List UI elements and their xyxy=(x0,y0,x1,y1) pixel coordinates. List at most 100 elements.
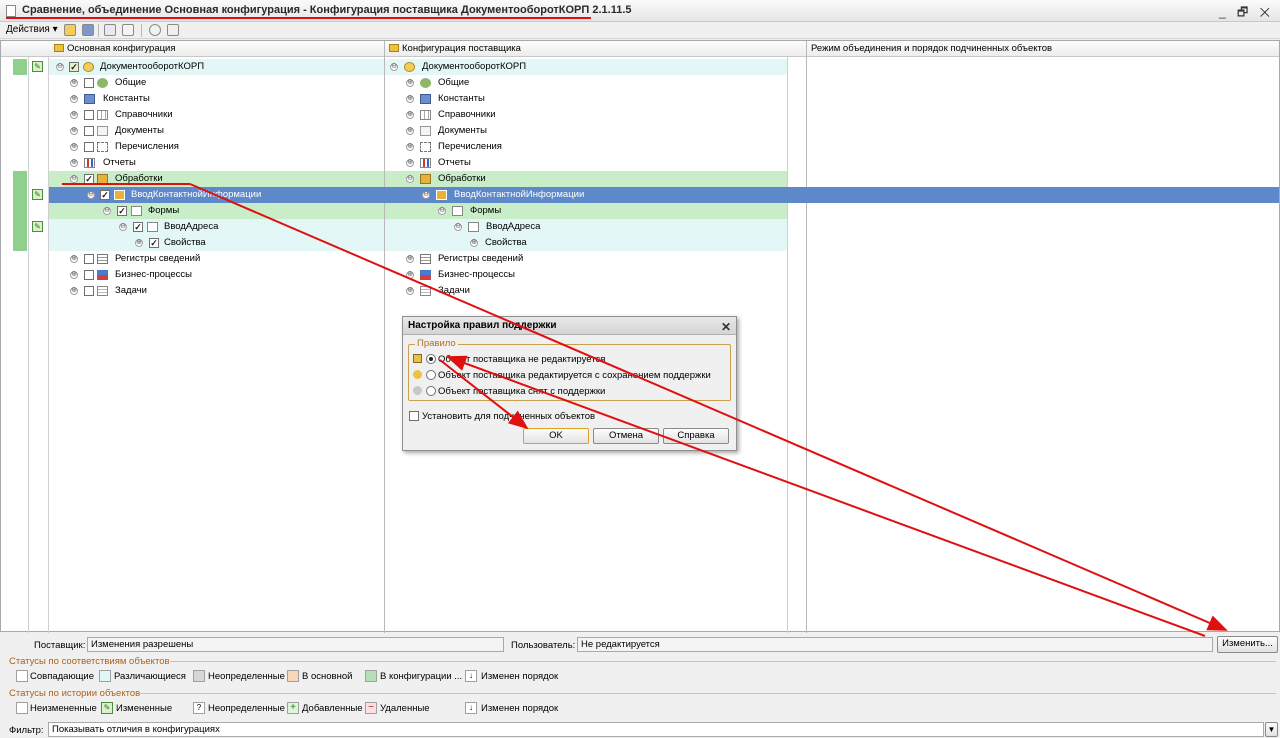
vendor-field[interactable]: Изменения разрешены xyxy=(87,637,504,652)
tree-row-right[interactable]: ⊕ Отчеты xyxy=(385,155,787,171)
tree-row-right[interactable]: ⊖ ВводАдреса xyxy=(385,219,787,235)
expand-icon[interactable]: ⊕ xyxy=(406,271,414,279)
expand-icon[interactable]: ⊕ xyxy=(70,287,78,295)
checkbox[interactable] xyxy=(84,78,94,88)
collapse-icon[interactable]: ⊖ xyxy=(56,63,64,71)
tree-row-right[interactable]: ⊖ ВводКонтактнойИнформации xyxy=(385,187,787,203)
tree-row-left[interactable]: ⊕ Отчеты xyxy=(49,155,384,171)
expand-icon[interactable]: ⊕ xyxy=(406,127,414,135)
column-header-main[interactable]: Основная конфигурация xyxy=(48,41,384,57)
checkbox[interactable] xyxy=(84,110,94,120)
expand-icon[interactable]: ⊕ xyxy=(70,127,78,135)
checkbox[interactable]: ✓ xyxy=(133,222,143,232)
chevron-down-icon[interactable]: ▼ xyxy=(1265,722,1278,737)
expand-icon[interactable]: ⊕ xyxy=(70,143,78,151)
option-removed-from-support[interactable]: Объект поставщика снят с поддержки xyxy=(438,386,605,397)
tree-row-right[interactable]: ⊕ Задачи xyxy=(385,283,787,299)
tree-row-left[interactable]: ⊕ Перечисления xyxy=(49,139,384,155)
user-field[interactable]: Не редактируется xyxy=(577,637,1213,652)
expand-icon[interactable]: ⊕ xyxy=(70,79,78,87)
expand-icon[interactable]: ⊕ xyxy=(406,95,414,103)
column-header-mode[interactable]: Режим объединения и порядок подчиненных … xyxy=(807,41,1279,57)
collapse-icon[interactable]: ⊖ xyxy=(87,191,95,199)
checkbox[interactable] xyxy=(84,142,94,152)
tree-row-left[interactable]: ⊖ ✓ Формы xyxy=(49,203,384,219)
actions-menu[interactable]: Действия ▾ xyxy=(6,24,58,35)
cancel-button[interactable]: Отмена xyxy=(593,428,659,444)
window-controls[interactable]: _ 🗗 ✕ xyxy=(1219,3,1274,24)
collapse-icon[interactable]: ⊖ xyxy=(422,191,430,199)
tree-row-left[interactable]: ⊖ ✓ ДокументооборотКОРП xyxy=(49,59,384,75)
tree-row-left[interactable]: ⊕ Документы xyxy=(49,123,384,139)
tree-row-left[interactable]: ⊕ Константы xyxy=(49,91,384,107)
ok-button[interactable]: OK xyxy=(523,428,589,444)
tree-row-right[interactable]: ⊕ Константы xyxy=(385,91,787,107)
support-rules-dialog: Настройка правил поддержки ✕ Правило Объе… xyxy=(402,316,737,451)
tree-row-right[interactable]: ⊕ Регистры сведений xyxy=(385,251,787,267)
collapse-icon[interactable]: ⊖ xyxy=(454,223,462,231)
tree-row-left[interactable]: ⊖ ✓ ВводКонтактнойИнформации xyxy=(49,187,384,203)
checkbox[interactable]: ✓ xyxy=(149,238,159,248)
report-icon[interactable] xyxy=(122,24,134,36)
expand-icon[interactable]: ⊕ xyxy=(70,95,78,103)
tree-row-right[interactable]: ⊕ Бизнес-процессы xyxy=(385,267,787,283)
expand-icon[interactable]: ⊕ xyxy=(70,271,78,279)
collapse-icon[interactable]: ⊖ xyxy=(70,175,78,183)
tree-row-right[interactable]: ⊕ Документы xyxy=(385,123,787,139)
open-folder-icon[interactable] xyxy=(64,24,76,36)
radio-editable-with-support[interactable] xyxy=(426,370,436,380)
tree-row-right[interactable]: ⊕ Свойства xyxy=(385,235,787,251)
expand-icon[interactable]: ⊕ xyxy=(406,143,414,151)
expand-icon[interactable]: ⊕ xyxy=(70,111,78,119)
tree-row-left[interactable]: ⊕ Справочники xyxy=(49,107,384,123)
radio-removed-from-support[interactable] xyxy=(426,386,436,396)
tools-icon[interactable] xyxy=(167,24,179,36)
expand-icon[interactable]: ⊕ xyxy=(70,255,78,263)
change-button[interactable]: Изменить... xyxy=(1217,636,1278,653)
collapse-icon[interactable]: ⊖ xyxy=(119,223,127,231)
checkbox[interactable] xyxy=(84,254,94,264)
checkbox[interactable]: ✓ xyxy=(69,62,79,72)
checkbox[interactable]: ✓ xyxy=(100,190,110,200)
expand-icon[interactable]: ⊕ xyxy=(70,159,78,167)
expand-icon[interactable]: ⊕ xyxy=(406,159,414,167)
refresh-icon[interactable] xyxy=(149,24,161,36)
apply-children-label[interactable]: Установить для подчиненных объектов xyxy=(422,411,595,422)
option-editable-with-support[interactable]: Объект поставщика редактируется с сохран… xyxy=(438,370,711,381)
expand-icon[interactable]: ⊕ xyxy=(406,79,414,87)
help-button[interactable]: Справка xyxy=(663,428,729,444)
expand-icon[interactable]: ⊕ xyxy=(406,255,414,263)
expand-icon[interactable]: ⊕ xyxy=(406,287,414,295)
tree-row-right[interactable]: ⊕ Справочники xyxy=(385,107,787,123)
collapse-icon[interactable]: ⊖ xyxy=(103,207,111,215)
tree-row-left[interactable]: ⊕ Задачи xyxy=(49,283,384,299)
tree-row-left[interactable]: ⊖ ✓ ВводАдреса xyxy=(49,219,384,235)
tree-row-right[interactable]: ⊖ ДокументооборотКОРП xyxy=(385,59,787,75)
checkbox[interactable] xyxy=(84,286,94,296)
expand-icon[interactable]: ⊕ xyxy=(470,239,478,247)
column-header-vendor[interactable]: Конфигурация поставщика xyxy=(385,41,787,57)
apply-children-checkbox[interactable] xyxy=(409,411,419,421)
tree-row-right[interactable]: ⊕ Общие xyxy=(385,75,787,91)
tree-row-left[interactable]: ⊕ Общие xyxy=(49,75,384,91)
checkbox[interactable] xyxy=(84,126,94,136)
compare-icon[interactable] xyxy=(104,24,116,36)
tree-row-right[interactable]: ⊖ Обработки xyxy=(385,171,787,187)
collapse-icon[interactable]: ⊖ xyxy=(406,175,414,183)
option-not-editable[interactable]: Объект поставщика не редактируется xyxy=(438,354,605,365)
checkbox[interactable]: ✓ xyxy=(117,206,127,216)
radio-not-editable[interactable] xyxy=(426,354,436,364)
tree-row-left[interactable]: ⊕ Бизнес-процессы xyxy=(49,267,384,283)
save-icon[interactable] xyxy=(82,24,94,36)
expand-icon[interactable]: ⊕ xyxy=(406,111,414,119)
tree-row-right[interactable]: ⊖ Формы xyxy=(385,203,787,219)
close-icon[interactable]: ✕ xyxy=(721,318,731,336)
filter-select[interactable]: Показывать отличия в конфигурациях xyxy=(48,722,1264,737)
tree-row-right[interactable]: ⊕ Перечисления xyxy=(385,139,787,155)
collapse-icon[interactable]: ⊖ xyxy=(390,63,398,71)
tree-row-left[interactable]: ⊕ ✓ Свойства xyxy=(49,235,384,251)
collapse-icon[interactable]: ⊖ xyxy=(438,207,446,215)
checkbox[interactable] xyxy=(84,270,94,280)
expand-icon[interactable]: ⊕ xyxy=(135,239,143,247)
tree-row-left[interactable]: ⊕ Регистры сведений xyxy=(49,251,384,267)
